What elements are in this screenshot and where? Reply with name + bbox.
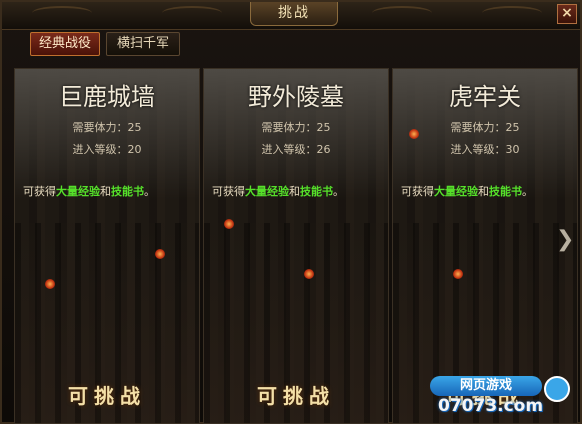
- torch-fire: [453, 269, 463, 279]
- site-watermark: 网页游戏 07073.com: [430, 376, 570, 418]
- level-requirement: 进入等级：30: [450, 143, 520, 156]
- title-ornament-right: [372, 6, 432, 20]
- torch-fire: [45, 279, 55, 289]
- reward-and: 和: [100, 185, 111, 198]
- stage-cards: 巨鹿城墙 需要体力：25 进入等级：20 可获得大量经验和技能书。 可挑战 野外…: [14, 68, 580, 424]
- stage-name: 虎牢关: [449, 83, 521, 111]
- torch-fire: [155, 249, 165, 259]
- watermark-top-text: 网页游戏: [430, 376, 542, 396]
- title-ornament-left-2: [162, 6, 222, 20]
- reward-and: 和: [478, 185, 489, 198]
- reward-prefix: 可获得: [401, 185, 434, 198]
- stamina-requirement: 需要体力：25: [450, 121, 520, 134]
- stage-card-julu[interactable]: 巨鹿城墙 需要体力：25 进入等级：20 可获得大量经验和技能书。 可挑战: [14, 68, 200, 424]
- reward-text: 可获得大量经验和技能书。: [401, 183, 533, 199]
- close-button[interactable]: ×: [557, 4, 577, 24]
- reward-suffix: 。: [333, 185, 344, 198]
- torch-fire: [224, 219, 234, 229]
- stage-name: 野外陵墓: [248, 83, 344, 111]
- tab-sweep-armies[interactable]: 横扫千军: [106, 32, 180, 56]
- reward-text: 可获得大量经验和技能书。: [212, 183, 344, 199]
- watermark-domain: 07073.com: [438, 396, 544, 416]
- reward-suffix: 。: [522, 185, 533, 198]
- stamina-requirement: 需要体力：25: [72, 121, 142, 134]
- reward-exp: 大量经验: [434, 185, 478, 198]
- level-requirement: 进入等级：20: [72, 143, 142, 156]
- reward-skillbook: 技能书: [111, 185, 144, 198]
- tab-classic-battles[interactable]: 经典战役: [30, 32, 100, 56]
- reward-skillbook: 技能书: [300, 185, 333, 198]
- title-ornament-right-2: [482, 6, 542, 20]
- reward-text: 可获得大量经验和技能书。: [23, 183, 155, 199]
- reward-exp: 大量经验: [245, 185, 289, 198]
- stage-card-hulao[interactable]: 虎牢关 需要体力：25 进入等级：30 可获得大量经验和技能书。 可挑战: [392, 68, 578, 424]
- level-requirement: 进入等级：26: [261, 143, 331, 156]
- stamina-requirement: 需要体力：25: [261, 121, 331, 134]
- challenge-window: 挑战 × 经典战役 横扫千军 巨鹿城墙 需要体力：25 进入等级：20 可获得大…: [0, 0, 582, 424]
- window-title: 挑战: [250, 2, 338, 26]
- challenge-button[interactable]: 可挑战: [15, 380, 199, 409]
- next-page-arrow-icon[interactable]: ❯: [556, 224, 574, 258]
- title-ornament-left: [32, 6, 92, 20]
- reward-suffix: 。: [144, 185, 155, 198]
- reward-and: 和: [289, 185, 300, 198]
- reward-exp: 大量经验: [56, 185, 100, 198]
- stage-name: 巨鹿城墙: [59, 83, 155, 111]
- reward-prefix: 可获得: [23, 185, 56, 198]
- reward-prefix: 可获得: [212, 185, 245, 198]
- mascot-icon: [544, 376, 570, 402]
- stage-card-tomb[interactable]: 野外陵墓 需要体力：25 进入等级：26 可获得大量经验和技能书。 可挑战: [203, 68, 389, 424]
- title-bar: 挑战 ×: [2, 2, 580, 30]
- torch-fire: [304, 269, 314, 279]
- challenge-button[interactable]: 可挑战: [204, 380, 388, 409]
- reward-skillbook: 技能书: [489, 185, 522, 198]
